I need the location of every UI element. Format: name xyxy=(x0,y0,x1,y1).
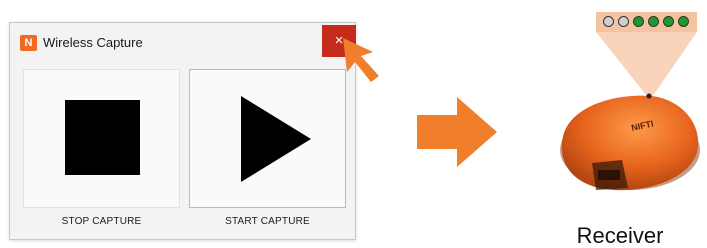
led-4 xyxy=(648,16,659,27)
led-6 xyxy=(678,16,689,27)
receiver-label: Receiver xyxy=(576,223,664,248)
app-icon: N xyxy=(20,35,37,51)
stop-icon xyxy=(65,100,140,175)
window-title: Wireless Capture xyxy=(43,35,143,50)
led-1 xyxy=(603,16,614,27)
mouse-cursor-icon xyxy=(343,38,379,82)
stop-capture-label: STOP CAPTURE xyxy=(61,216,142,227)
right-arrow-icon xyxy=(417,97,497,167)
app-icon-glyph: N xyxy=(24,37,33,49)
receiver-led-strip xyxy=(596,12,697,32)
wireless-capture-window: N Wireless Capture × STOP CAPTURE START … xyxy=(9,22,356,240)
led-3 xyxy=(633,16,644,27)
receiver-device-image: NIFTI xyxy=(560,93,700,191)
led-2 xyxy=(618,16,629,27)
play-icon xyxy=(241,96,311,182)
start-capture-button[interactable] xyxy=(189,69,346,208)
title-bar[interactable]: N Wireless Capture × xyxy=(10,23,356,61)
stop-capture-button[interactable] xyxy=(23,69,180,208)
led-5 xyxy=(663,16,674,27)
start-capture-label: START CAPTURE xyxy=(225,216,310,227)
